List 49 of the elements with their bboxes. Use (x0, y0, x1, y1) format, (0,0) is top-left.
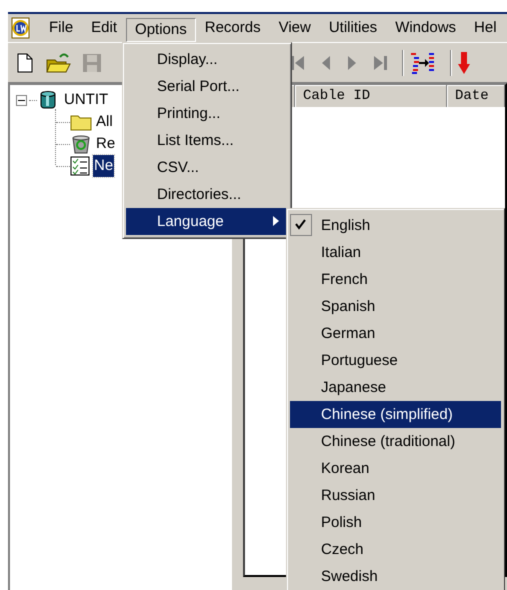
menu-option[interactable]: CSV... (126, 154, 288, 181)
open-folder-icon[interactable] (46, 52, 72, 74)
submenu-item[interactable]: Portuguese (290, 347, 501, 374)
menu-option[interactable]: Display... (126, 46, 288, 73)
app-logo-icon[interactable] (10, 17, 32, 39)
previous-record-icon[interactable] (320, 54, 332, 72)
collapse-icon[interactable] (16, 94, 27, 106)
submenu-item[interactable]: Italian (290, 239, 501, 266)
recycle-bin-icon (70, 134, 92, 154)
submenu-item[interactable]: Czech (290, 536, 501, 563)
database-icon (39, 90, 57, 110)
next-record-icon[interactable] (346, 54, 358, 72)
submenu-item[interactable]: French (290, 266, 501, 293)
new-document-icon[interactable] (16, 52, 34, 72)
submenu-item[interactable]: Russian (290, 482, 501, 509)
tree-item[interactable]: All (95, 110, 114, 134)
last-record-icon[interactable] (372, 54, 388, 72)
checklist-icon (70, 156, 90, 176)
menu-item[interactable]: Utilities (320, 16, 386, 40)
submenu-item[interactable]: German (290, 320, 501, 347)
submenu-item[interactable]: Swedish (290, 563, 501, 590)
tree-item[interactable]: Re (95, 132, 116, 156)
menu-option[interactable]: Serial Port... (126, 73, 288, 100)
submenu-item[interactable]: Chinese (simplified) (290, 401, 501, 428)
menu-option[interactable]: Language (126, 208, 288, 235)
tree-item[interactable]: Ne (93, 154, 114, 178)
menu-option[interactable]: List Items... (126, 127, 288, 154)
menu-option[interactable]: Printing... (126, 100, 288, 127)
menu-item[interactable]: Hel (465, 16, 506, 40)
submenu-item[interactable]: Spanish (290, 293, 501, 320)
menu-item[interactable]: View (270, 16, 320, 40)
submenu-item[interactable]: Korean (290, 455, 501, 482)
menu-item[interactable]: Records (196, 16, 270, 40)
tree-item[interactable]: UNTIT (63, 88, 110, 112)
checkmark-icon (290, 214, 312, 236)
submenu-item[interactable]: Chinese (traditional) (290, 428, 501, 455)
menu-item[interactable]: Edit (82, 16, 126, 40)
transfer-icon[interactable] (410, 52, 436, 74)
down-arrow-icon[interactable] (458, 52, 470, 74)
menu-item[interactable]: Windows (386, 16, 466, 40)
submenu-item[interactable]: Japanese (290, 374, 501, 401)
submenu-item[interactable]: English (290, 212, 501, 239)
menu-item[interactable]: Options (126, 18, 196, 42)
column-header[interactable]: Date (447, 85, 505, 107)
folder-icon (70, 113, 92, 131)
menu-option[interactable]: Directories... (126, 181, 288, 208)
menu-item[interactable]: File (40, 16, 82, 40)
column-header[interactable]: Cable ID (295, 85, 447, 107)
submenu-item[interactable]: Polish (290, 509, 501, 536)
